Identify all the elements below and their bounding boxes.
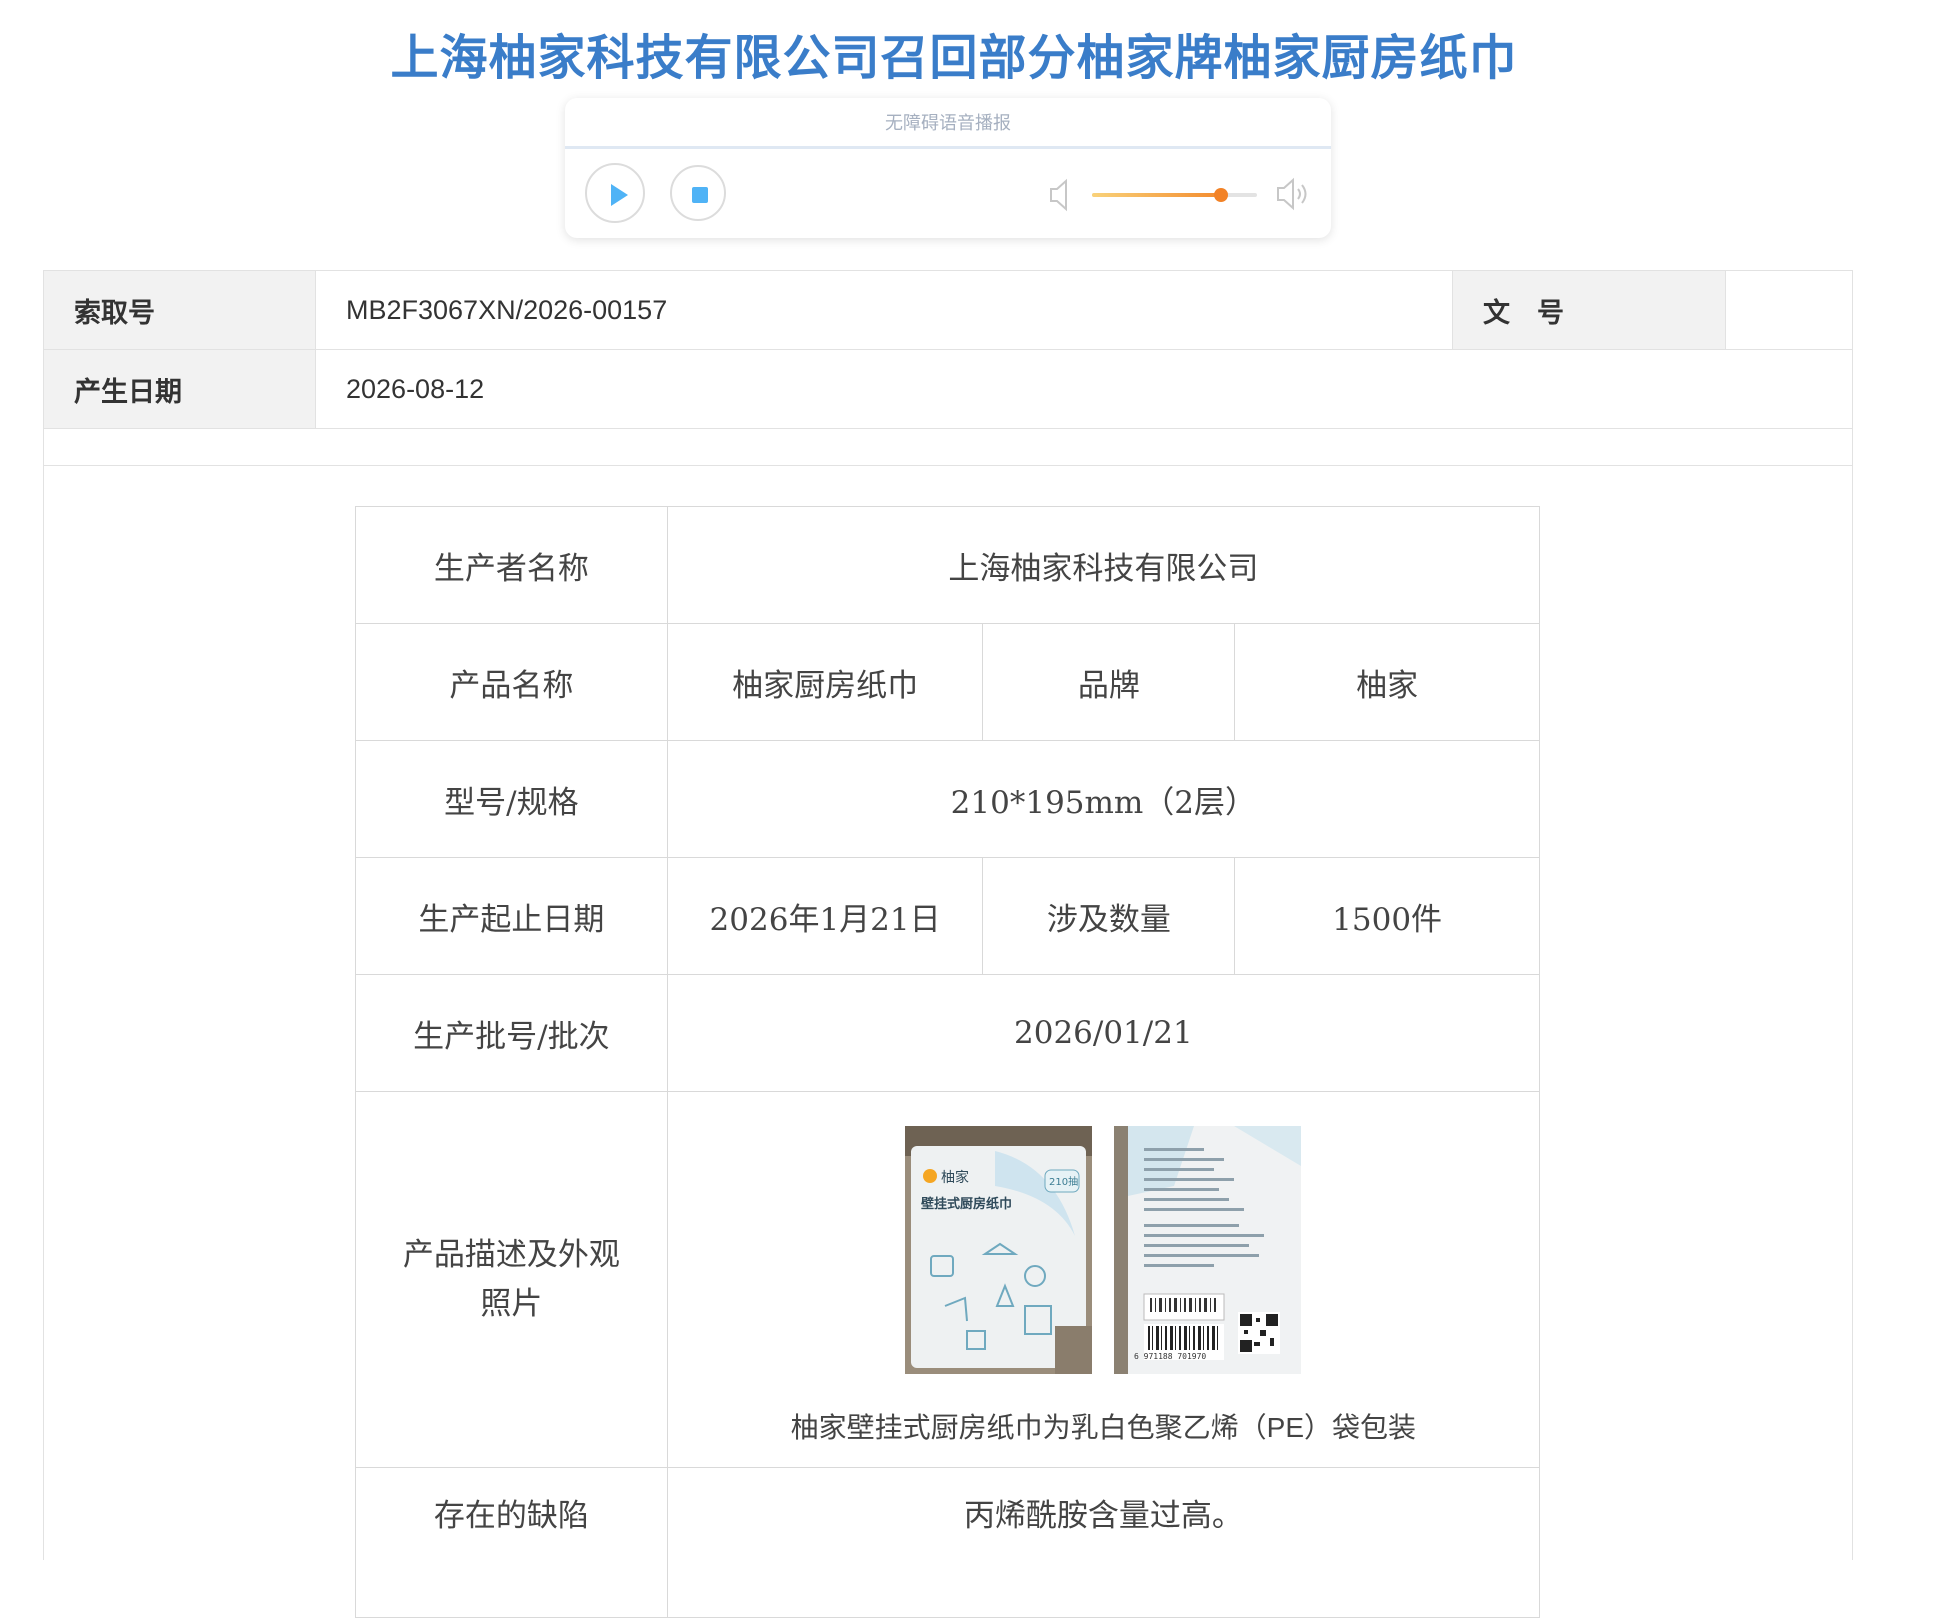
volume-thumb[interactable] bbox=[1213, 188, 1228, 202]
producer-value: 上海柚家科技有限公司 bbox=[666, 506, 1541, 624]
model-value: 210*195mm（2层） bbox=[666, 740, 1541, 858]
description-label: 产品描述及外观照片 bbox=[355, 1091, 668, 1468]
photo-count-badge: 210抽 bbox=[1049, 1175, 1078, 1188]
table-row: 生产批号/批次 2026/01/21 bbox=[355, 974, 1541, 1092]
date-value: 2026-08-12 bbox=[346, 373, 485, 404]
stop-icon bbox=[692, 187, 708, 203]
doc-no-label: 文 号 bbox=[1453, 271, 1726, 349]
quantity-label: 涉及数量 bbox=[982, 857, 1236, 975]
index-label: 索取号 bbox=[44, 271, 316, 349]
product-value: 柚家厨房纸巾 bbox=[666, 623, 984, 741]
doc-no-value bbox=[1726, 271, 1854, 349]
meta-row-date: 产生日期 2026-08-12 bbox=[44, 350, 1852, 429]
quantity-value: 1500件 bbox=[1234, 857, 1540, 975]
batch-label: 生产批号/批次 bbox=[355, 974, 668, 1092]
batch-value: 2026/01/21 bbox=[666, 974, 1541, 1092]
model-label: 型号/规格 bbox=[355, 740, 668, 858]
meta-row-spacer bbox=[44, 429, 1852, 466]
play-button[interactable] bbox=[585, 163, 645, 223]
play-icon bbox=[611, 184, 628, 206]
date-range-value: 2026年1月21日 bbox=[666, 857, 984, 975]
date-range-label: 生产起止日期 bbox=[355, 857, 668, 975]
description-cell: 柚家 壁挂式厨房纸巾 210抽 6 971188 701970 柚家壁挂式厨房纸… bbox=[666, 1091, 1541, 1468]
meta-row-index: 索取号 MB2F3067XN/2026-00157 文 号 bbox=[44, 271, 1852, 350]
photo-brand-mark: 柚家 bbox=[941, 1169, 969, 1186]
defect-value: 丙烯酰胺含量过高。 bbox=[666, 1467, 1541, 1618]
table-row: 产品名称 柚家厨房纸巾 品牌 柚家 bbox=[355, 623, 1540, 741]
volume-fill bbox=[1092, 193, 1221, 197]
photo-barcode-number: 6 971188 701970 bbox=[1134, 1352, 1206, 1361]
description-caption: 柚家壁挂式厨房纸巾为乳白色聚乙烯（PE）袋包装 bbox=[790, 1411, 1417, 1443]
stop-button[interactable] bbox=[670, 165, 726, 221]
defect-label: 存在的缺陷 bbox=[355, 1467, 668, 1618]
table-row: 型号/规格 210*195mm（2层） bbox=[355, 740, 1541, 858]
volume-slider[interactable] bbox=[1092, 188, 1257, 202]
table-row: 产品描述及外观照片 柚家 壁挂式厨房纸巾 210抽 6 971188 70197… bbox=[355, 1091, 1541, 1468]
date-label: 产生日期 bbox=[44, 350, 316, 428]
table-row: 存在的缺陷 丙烯酰胺含量过高。 bbox=[355, 1467, 1541, 1618]
volume-high-icon[interactable] bbox=[1275, 176, 1311, 212]
brand-value: 柚家 bbox=[1234, 623, 1540, 741]
table-row: 生产起止日期 2026年1月21日 涉及数量 1500件 bbox=[355, 857, 1540, 975]
table-row: 生产者名称 上海柚家科技有限公司 bbox=[355, 506, 1541, 624]
volume-low-icon[interactable] bbox=[1048, 178, 1072, 212]
product-label: 产品名称 bbox=[355, 623, 668, 741]
audio-player: 无障碍语音播报 bbox=[565, 98, 1331, 238]
page-title: 上海柚家科技有限公司召回部分柚家牌柚家厨房纸巾 bbox=[390, 30, 1518, 86]
photo-product-text: 壁挂式厨房纸巾 bbox=[921, 1196, 1012, 1212]
product-photo-front: 柚家 壁挂式厨房纸巾 210抽 bbox=[905, 1125, 1093, 1374]
index-value: MB2F3067XN/2026-00157 bbox=[316, 271, 1453, 349]
brand-label: 品牌 bbox=[982, 623, 1236, 741]
product-photos: 柚家 壁挂式厨房纸巾 210抽 6 971188 701970 bbox=[668, 1125, 1539, 1374]
recall-detail-table: 生产者名称 上海柚家科技有限公司 产品名称 柚家厨房纸巾 品牌 柚家 型号/规格… bbox=[355, 506, 1541, 1618]
product-photo-back: 6 971188 701970 bbox=[1114, 1125, 1302, 1374]
player-label: 无障碍语音播报 bbox=[565, 98, 1331, 149]
producer-label: 生产者名称 bbox=[355, 506, 668, 624]
